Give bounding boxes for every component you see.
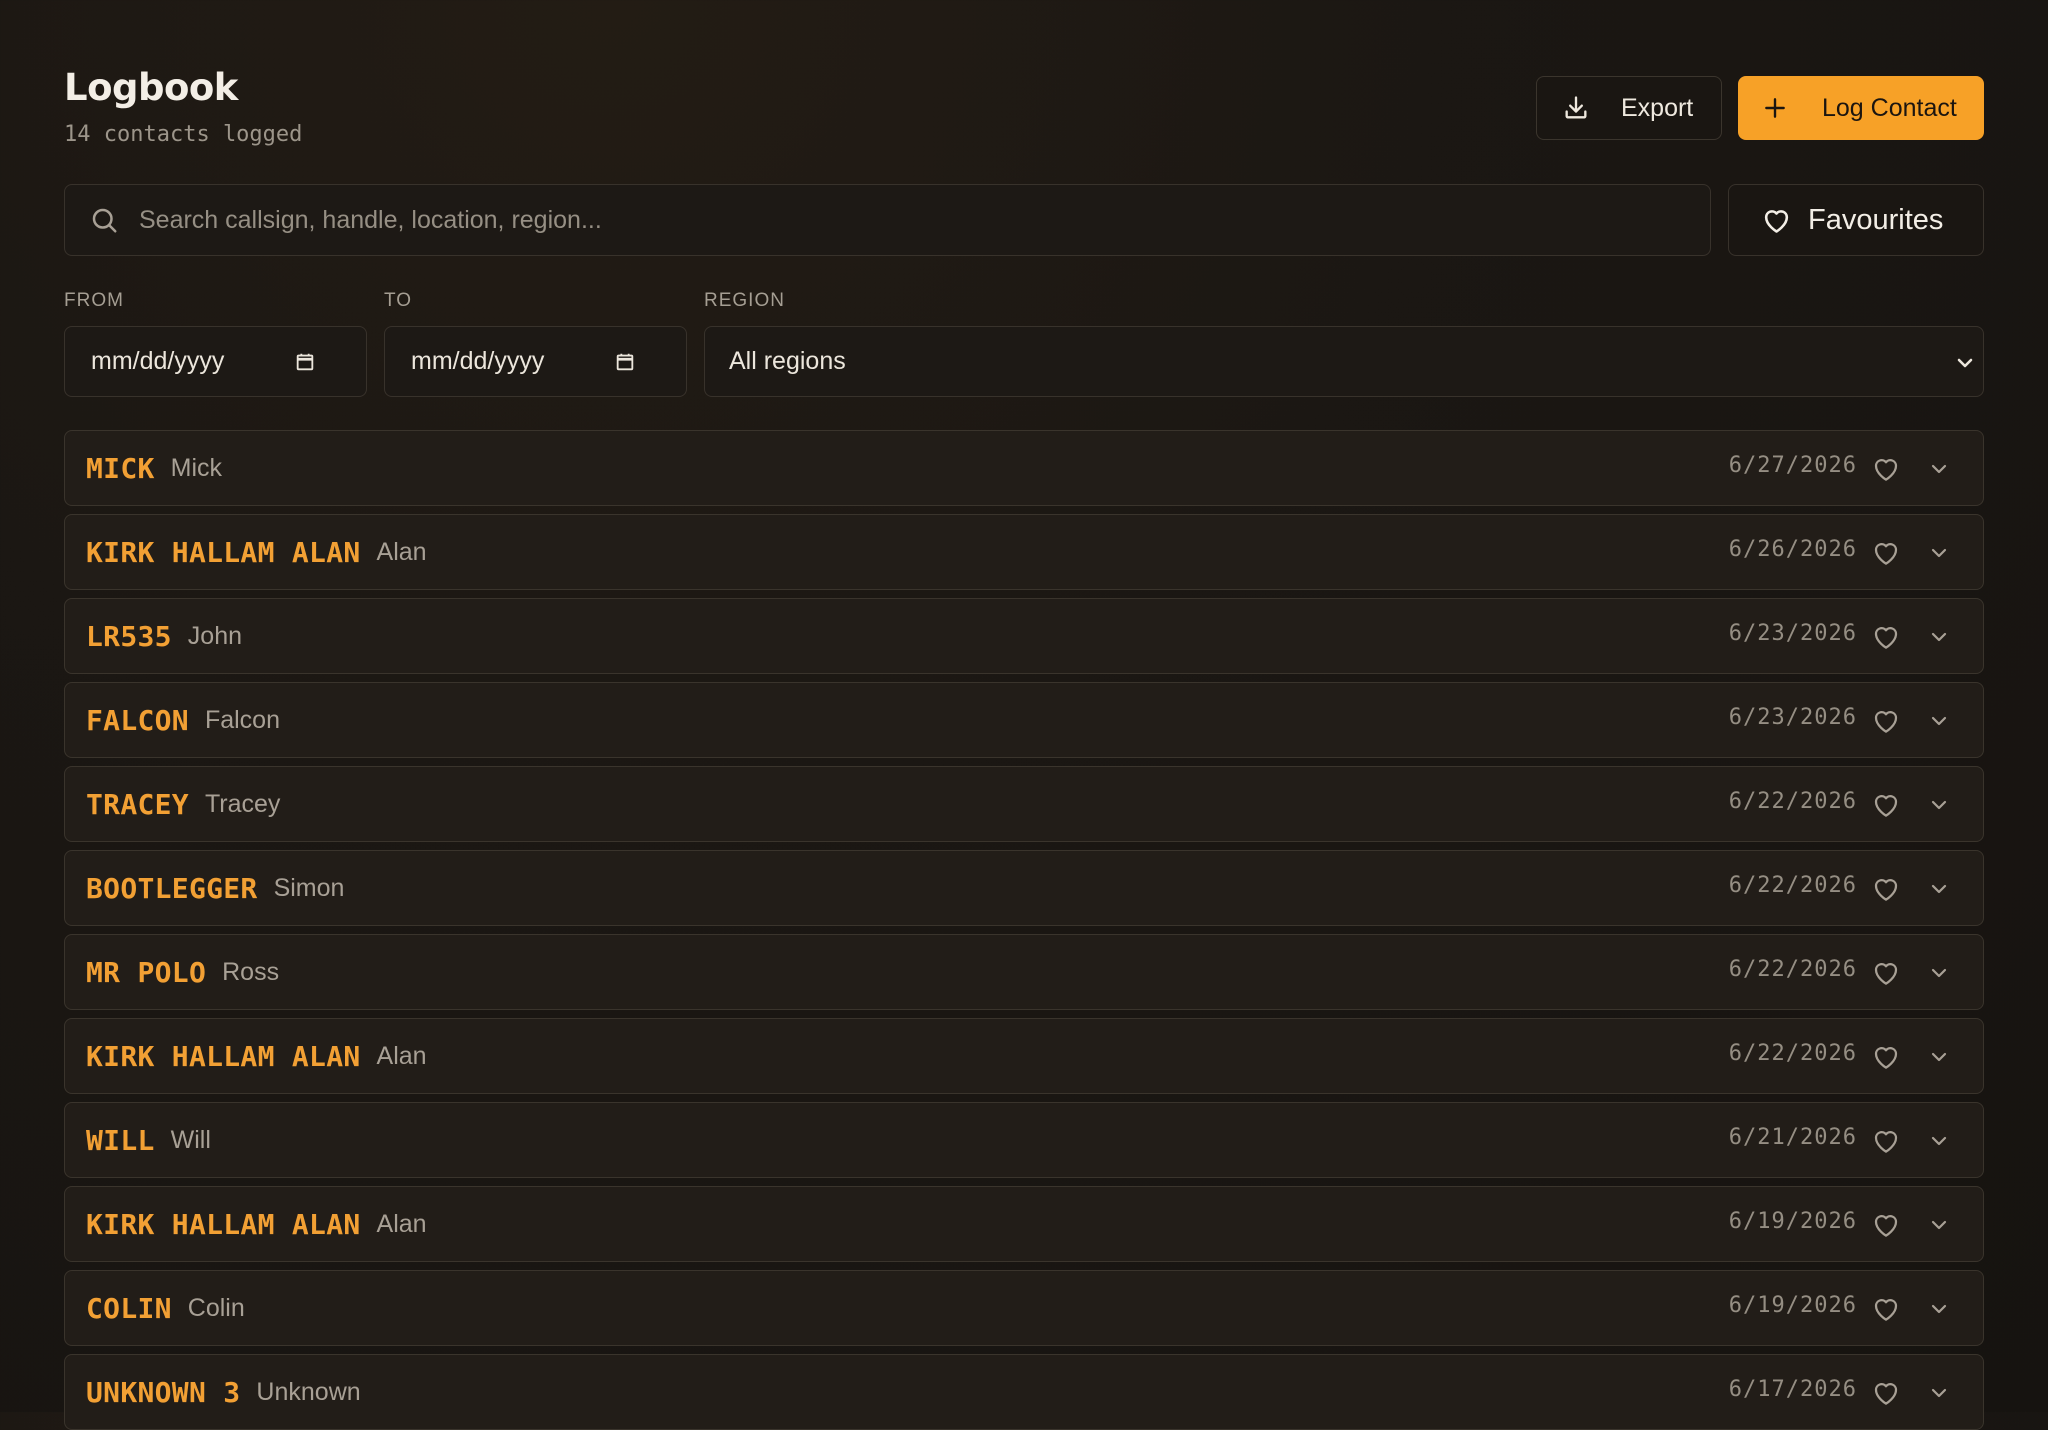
contact-date: 6/26/2026 xyxy=(1728,537,1857,562)
heart-icon[interactable] xyxy=(1871,622,1901,652)
contact-row[interactable]: UNKNOWN 3 Unknown 6/17/2026 xyxy=(64,1354,1984,1430)
chevron-down-icon[interactable] xyxy=(1927,541,1951,565)
contact-date: 6/27/2026 xyxy=(1728,453,1857,478)
search-bar xyxy=(64,184,1711,256)
heart-icon[interactable] xyxy=(1871,1126,1901,1156)
page-header: Logbook 14 contacts logged Export Log Co… xyxy=(64,64,1984,154)
contact-date: 6/17/2026 xyxy=(1728,1377,1857,1402)
contact-handle: Ross xyxy=(222,957,280,986)
from-label: FROM xyxy=(64,290,124,311)
chevron-down-icon[interactable] xyxy=(1927,1129,1951,1153)
contact-callsign: MICK xyxy=(86,451,155,485)
contact-row[interactable]: COLIN Colin 6/19/2026 xyxy=(64,1270,1984,1346)
chevron-down-icon[interactable] xyxy=(1927,1297,1951,1321)
contact-handle: Unknown xyxy=(256,1377,361,1406)
from-date-input[interactable]: mm/dd/yyyy xyxy=(64,326,367,397)
contact-handle: Mick xyxy=(170,453,223,482)
calendar-icon[interactable] xyxy=(294,351,316,373)
contact-row[interactable]: KIRK HALLAM ALAN Alan 6/19/2026 xyxy=(64,1186,1984,1262)
export-label: Export xyxy=(1621,93,1694,122)
chevron-down-icon[interactable] xyxy=(1927,625,1951,649)
chevron-down-icon xyxy=(1953,351,1977,375)
contact-handle: Falcon xyxy=(204,705,280,734)
contact-handle: Alan xyxy=(376,537,427,566)
heart-icon[interactable] xyxy=(1871,1294,1901,1324)
chevron-down-icon[interactable] xyxy=(1927,457,1951,481)
to-label: TO xyxy=(384,290,413,311)
contact-callsign: KIRK HALLAM ALAN xyxy=(86,1039,361,1073)
contact-date: 6/22/2026 xyxy=(1728,957,1857,982)
contact-date: 6/23/2026 xyxy=(1728,621,1857,646)
region-label: REGION xyxy=(704,290,785,311)
heart-icon[interactable] xyxy=(1871,706,1901,736)
heart-icon[interactable] xyxy=(1871,958,1901,988)
contact-row[interactable]: MR POLO Ross 6/22/2026 xyxy=(64,934,1984,1010)
chevron-down-icon[interactable] xyxy=(1927,1213,1951,1237)
contact-callsign: BOOTLEGGER xyxy=(86,871,258,905)
contact-callsign: WILL xyxy=(86,1123,155,1157)
contact-row[interactable]: TRACEY Tracey 6/22/2026 xyxy=(64,766,1984,842)
contact-handle: Alan xyxy=(376,1209,427,1238)
heart-icon xyxy=(1761,205,1792,236)
contact-callsign: MR POLO xyxy=(86,955,207,989)
region-select[interactable]: All regions xyxy=(704,326,1984,397)
log-contact-button[interactable]: Log Contact xyxy=(1738,76,1984,140)
page-title: Logbook xyxy=(64,66,238,109)
heart-icon[interactable] xyxy=(1871,1378,1901,1408)
contact-callsign: COLIN xyxy=(86,1291,172,1325)
heart-icon[interactable] xyxy=(1871,1042,1901,1072)
contact-row[interactable]: WILL Will 6/21/2026 xyxy=(64,1102,1984,1178)
log-contact-label: Log Contact xyxy=(1822,93,1957,122)
contact-callsign: FALCON xyxy=(86,703,189,737)
contact-handle: Simon xyxy=(273,873,345,902)
contact-handle: Colin xyxy=(187,1293,245,1322)
contact-row[interactable]: FALCON Falcon 6/23/2026 xyxy=(64,682,1984,758)
heart-icon[interactable] xyxy=(1871,874,1901,904)
favourites-button[interactable]: Favourites xyxy=(1728,184,1984,256)
contact-date: 6/23/2026 xyxy=(1728,705,1857,730)
chevron-down-icon[interactable] xyxy=(1927,1045,1951,1069)
heart-icon[interactable] xyxy=(1871,1210,1901,1240)
search-input[interactable] xyxy=(137,189,1710,251)
favourites-label: Favourites xyxy=(1808,203,1944,236)
contact-row[interactable]: BOOTLEGGER Simon 6/22/2026 xyxy=(64,850,1984,926)
chevron-down-icon[interactable] xyxy=(1927,793,1951,817)
contact-callsign: LR535 xyxy=(86,619,172,653)
export-button[interactable]: Export xyxy=(1536,76,1722,140)
calendar-icon[interactable] xyxy=(614,351,636,373)
chevron-down-icon[interactable] xyxy=(1927,877,1951,901)
contact-callsign: UNKNOWN 3 xyxy=(86,1375,241,1409)
contact-row[interactable]: MICK Mick 6/27/2026 xyxy=(64,430,1984,506)
contact-handle: Will xyxy=(170,1125,211,1154)
contact-date: 6/19/2026 xyxy=(1728,1293,1857,1318)
contact-callsign: KIRK HALLAM ALAN xyxy=(86,535,361,569)
contact-row[interactable]: LR535 John 6/23/2026 xyxy=(64,598,1984,674)
contacts-count: 14 contacts logged xyxy=(64,122,303,147)
contact-handle: Alan xyxy=(376,1041,427,1070)
contact-callsign: KIRK HALLAM ALAN xyxy=(86,1207,361,1241)
from-date-value: mm/dd/yyyy xyxy=(91,347,225,375)
to-date-input[interactable]: mm/dd/yyyy xyxy=(384,326,687,397)
to-date-value: mm/dd/yyyy xyxy=(411,347,545,375)
contact-row[interactable]: KIRK HALLAM ALAN Alan 6/26/2026 xyxy=(64,514,1984,590)
chevron-down-icon[interactable] xyxy=(1927,961,1951,985)
contact-date: 6/21/2026 xyxy=(1728,1125,1857,1150)
heart-icon[interactable] xyxy=(1871,538,1901,568)
chevron-down-icon[interactable] xyxy=(1927,1381,1951,1405)
contact-callsign: TRACEY xyxy=(86,787,189,821)
contact-date: 6/22/2026 xyxy=(1728,789,1857,814)
heart-icon[interactable] xyxy=(1871,454,1901,484)
contact-handle: John xyxy=(187,621,243,650)
contact-handle: Tracey xyxy=(204,789,281,818)
search-icon xyxy=(89,205,119,235)
contact-date: 6/22/2026 xyxy=(1728,1041,1857,1066)
plus-icon xyxy=(1762,95,1788,121)
download-icon xyxy=(1562,94,1590,122)
region-select-value: All regions xyxy=(729,347,846,375)
heart-icon[interactable] xyxy=(1871,790,1901,820)
contact-row[interactable]: KIRK HALLAM ALAN Alan 6/22/2026 xyxy=(64,1018,1984,1094)
chevron-down-icon[interactable] xyxy=(1927,709,1951,733)
contact-date: 6/22/2026 xyxy=(1728,873,1857,898)
contact-date: 6/19/2026 xyxy=(1728,1209,1857,1234)
